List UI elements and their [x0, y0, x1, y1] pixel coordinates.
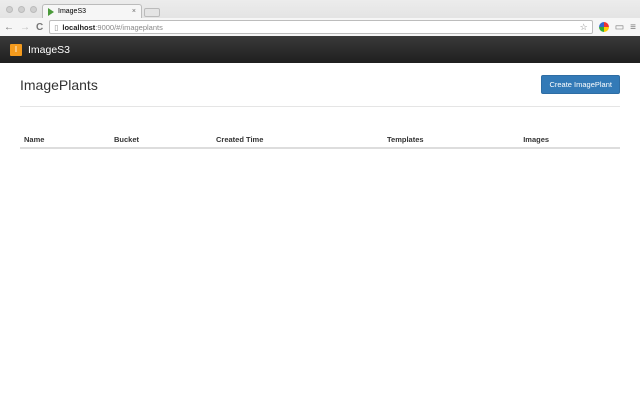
url-host: localhost — [62, 22, 96, 32]
page-header: ImagePlants Create ImagePlant — [20, 63, 620, 107]
tab-title: ImageS3 — [58, 8, 87, 15]
bookmark-star-icon[interactable]: ☆ — [580, 22, 588, 33]
new-tab-button[interactable] — [144, 8, 160, 17]
favicon-icon — [48, 7, 54, 16]
url-path: :9000/#/imageplants — [95, 22, 163, 32]
back-icon[interactable]: ← — [4, 22, 14, 33]
column-header-bucket: Bucket — [110, 132, 212, 149]
navbar: I ImageS3 — [0, 36, 640, 63]
column-header-created-time: Created Time — [212, 132, 383, 149]
close-tab-icon[interactable]: × — [132, 8, 136, 15]
window-controls[interactable] — [6, 6, 37, 13]
column-header-images: Images — [519, 132, 620, 149]
menu-icon[interactable]: ≡ — [630, 22, 636, 33]
browser-tab[interactable]: ImageS3 × — [42, 4, 142, 18]
imageplants-table: Name Bucket Created Time Templates Image… — [20, 132, 620, 149]
page-icon: ▯ — [54, 22, 59, 32]
main-content: ImagePlants Create ImagePlant Name Bucke… — [0, 63, 640, 149]
reload-icon[interactable]: C — [36, 22, 43, 33]
address-bar[interactable]: ▯ localhost:9000/#/imageplants ☆ — [49, 20, 593, 34]
brand-link[interactable]: ImageS3 — [28, 44, 70, 56]
forward-icon[interactable]: → — [20, 22, 30, 33]
browser-chrome: ImageS3 × ← → C ▯ localhost:9000/#/image… — [0, 0, 640, 36]
page-title: ImagePlants — [20, 76, 98, 93]
logo-icon[interactable]: I — [10, 43, 22, 56]
column-header-templates: Templates — [383, 132, 520, 149]
column-header-name: Name — [20, 132, 110, 149]
create-imageplant-button[interactable]: Create ImagePlant — [541, 75, 620, 94]
cast-icon[interactable]: ▭ — [615, 22, 624, 33]
extension-icon[interactable] — [598, 22, 609, 32]
